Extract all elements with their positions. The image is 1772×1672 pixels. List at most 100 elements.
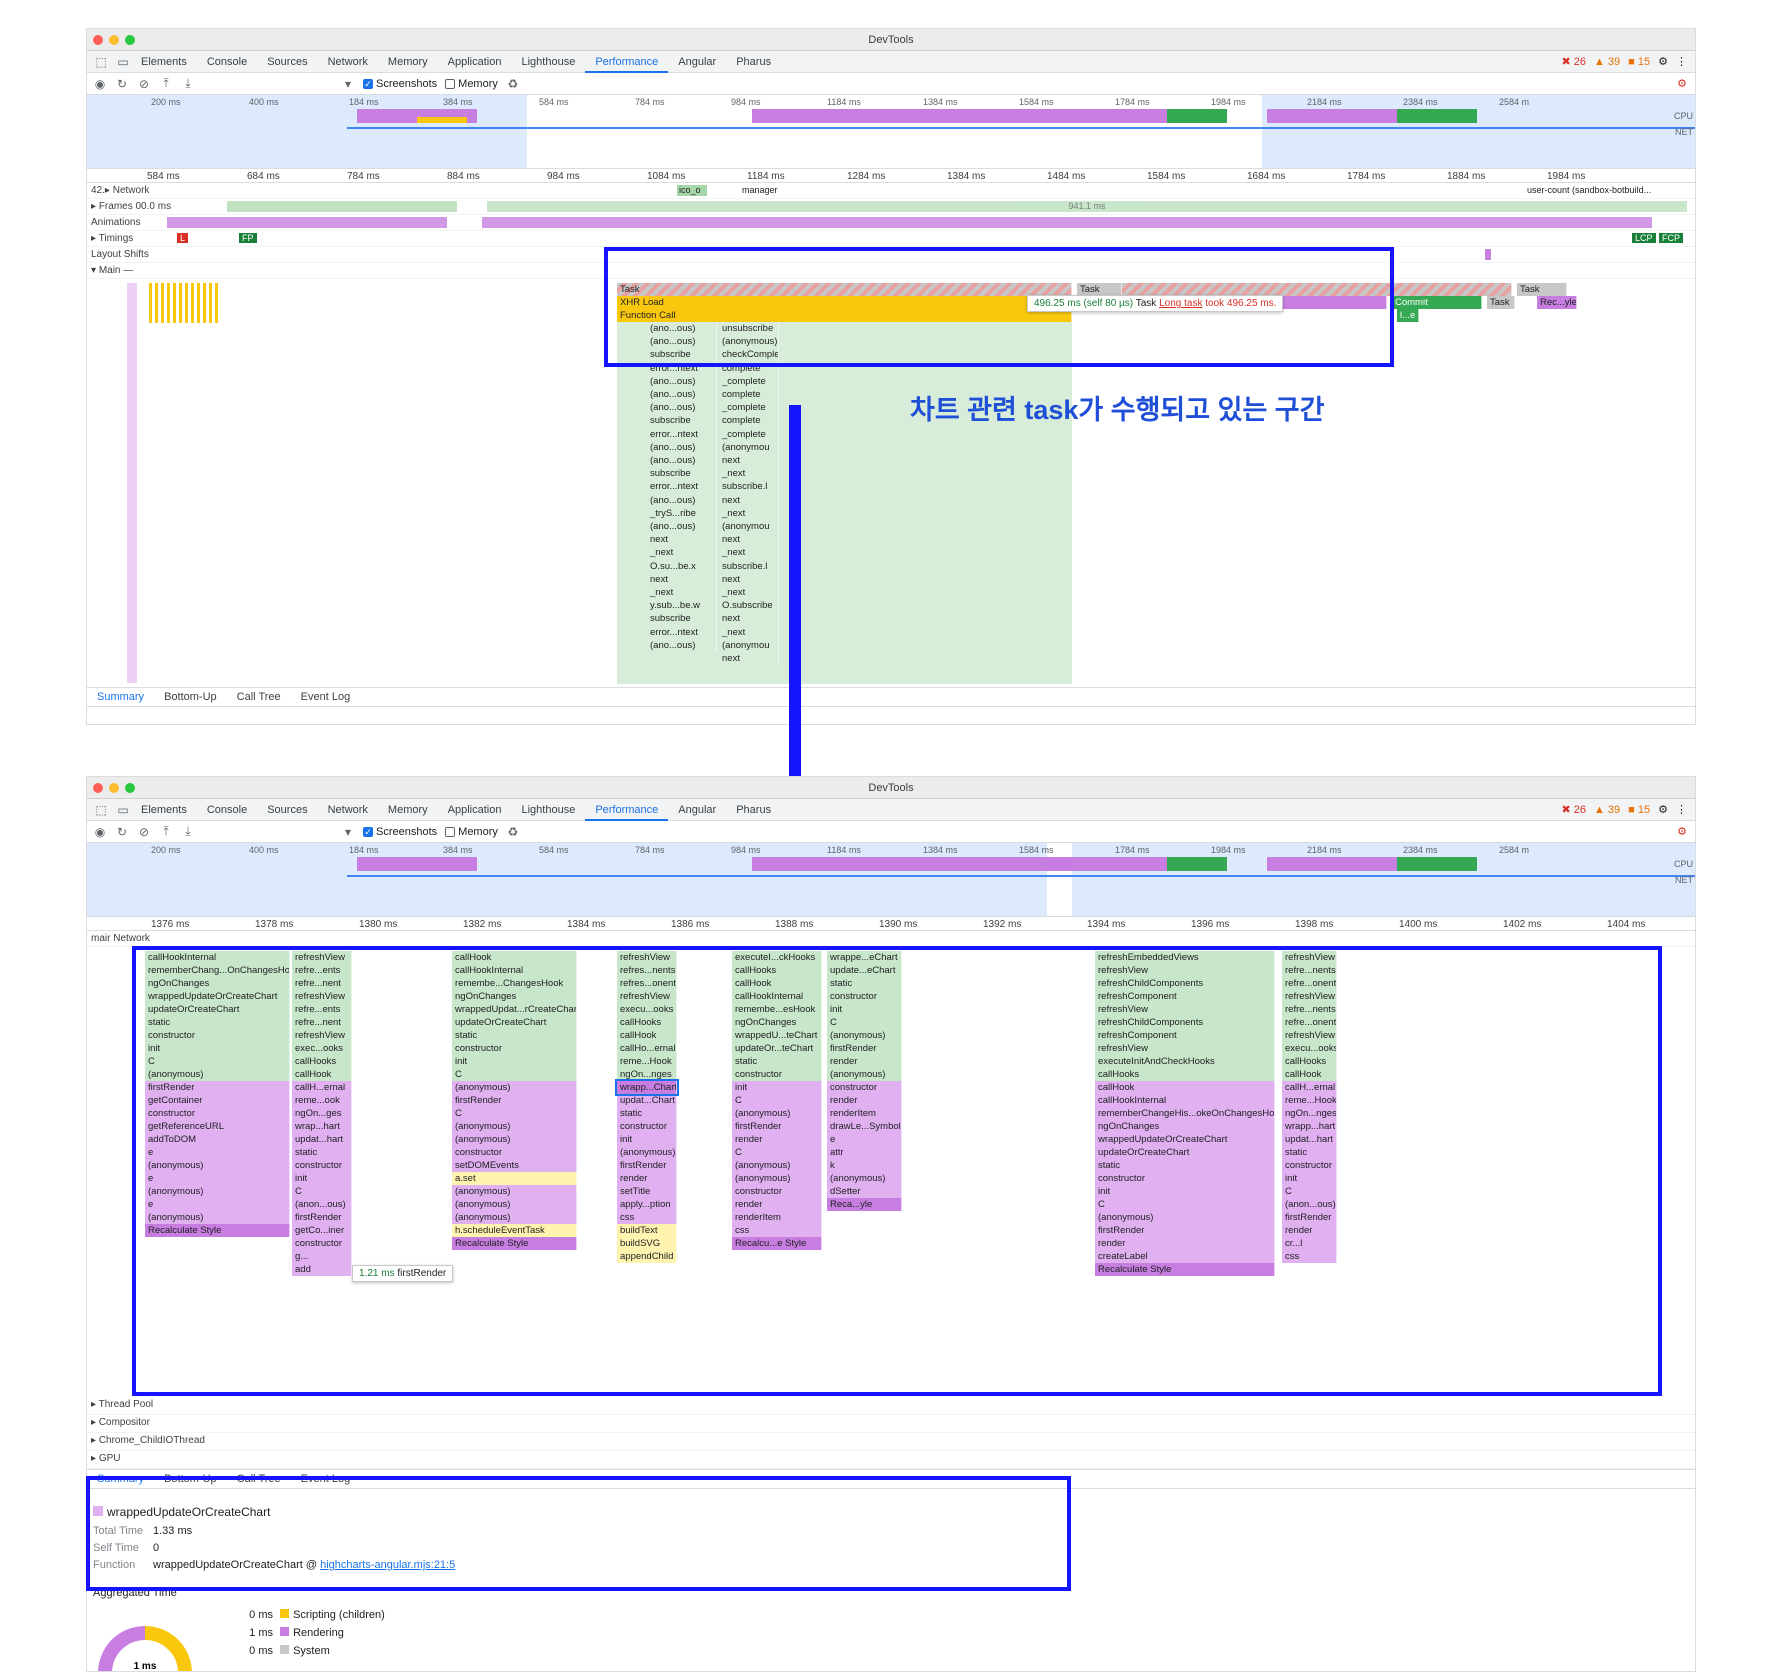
tab-bottom-up[interactable]: Bottom-Up	[154, 691, 227, 703]
thread-pool-track[interactable]: ▸ Thread Pool	[87, 1397, 1695, 1415]
stack-frame[interactable]: _next	[647, 586, 717, 599]
layout-shift-mark[interactable]	[1485, 249, 1491, 260]
upload-icon[interactable]: ⤒	[159, 76, 173, 91]
reload-icon[interactable]: ↻	[115, 77, 129, 91]
stack-frame[interactable]: y.sub...be.w	[647, 599, 717, 613]
device-toggle-icon[interactable]: ▭	[115, 803, 131, 817]
timeline-overview[interactable]: 200 ms 400 ms 184 ms 384 ms 584 ms 784 m…	[87, 95, 1695, 169]
upload-icon[interactable]: ⤒	[159, 824, 173, 839]
screenshots-checkbox[interactable]: ✓ Screenshots	[363, 826, 437, 838]
timings-track[interactable]: ▸ Timings L FP LCP FCP	[87, 231, 1695, 247]
tab-pharus[interactable]: Pharus	[726, 799, 781, 821]
stack-frame[interactable]: subscribe	[647, 414, 717, 428]
tab-event-log[interactable]: Event Log	[291, 691, 361, 703]
timeline-overview[interactable]: 200 ms 400 ms 184 ms 384 ms 584 ms 784 m…	[87, 843, 1695, 917]
stack-frame[interactable]: subscribe	[647, 612, 717, 626]
tab-angular[interactable]: Angular	[668, 799, 726, 821]
dropdown-icon[interactable]: ▾	[341, 77, 355, 91]
tab-network[interactable]: Network	[318, 51, 378, 73]
frames-track[interactable]: ▸ Frames 00.0 ms 941.1 ms	[87, 199, 1695, 215]
clear-icon[interactable]: ⊘	[137, 77, 151, 91]
stack-frame[interactable]: (ano...ous)	[647, 638, 717, 652]
recalc-style-block[interactable]: Rec...yle	[1537, 296, 1577, 309]
issue-count[interactable]: ■ 15	[1628, 804, 1650, 816]
animation-bar[interactable]	[482, 217, 1652, 228]
gear-icon[interactable]: ⚙	[1658, 803, 1668, 816]
commit-block[interactable]: Commit	[1392, 296, 1482, 309]
animations-track[interactable]: Animations	[87, 215, 1695, 231]
download-icon[interactable]: ⤓	[181, 824, 195, 839]
stack-frame[interactable]: (ano...ous)	[647, 493, 717, 507]
frame-bar[interactable]	[227, 201, 457, 212]
more-icon[interactable]: ⋮	[1676, 55, 1687, 68]
gc-icon[interactable]: ♻	[506, 77, 520, 91]
gear-icon[interactable]: ⚙	[1658, 55, 1668, 68]
stack-frame[interactable]: error...ntext	[647, 625, 717, 639]
tab-lighthouse[interactable]: Lighthouse	[511, 51, 585, 73]
inspect-icon[interactable]: ⬚	[93, 803, 109, 817]
issue-count[interactable]: ■ 15	[1628, 56, 1650, 68]
tab-application[interactable]: Application	[438, 799, 512, 821]
network-track[interactable]: 42.▸ Network ico_o manager user-count (s…	[87, 183, 1695, 199]
timing-mark[interactable]: FCP	[1659, 233, 1683, 243]
stack-frame[interactable]: (ano...ous)	[647, 388, 717, 401]
download-icon[interactable]: ⤓	[181, 76, 195, 91]
warning-count[interactable]: ▲ 39	[1594, 56, 1620, 68]
capture-settings-icon[interactable]: ⚙	[1677, 825, 1687, 838]
tab-sources[interactable]: Sources	[257, 51, 317, 73]
tab-lighthouse[interactable]: Lighthouse	[511, 799, 585, 821]
timing-mark[interactable]: L	[177, 233, 189, 243]
tab-angular[interactable]: Angular	[668, 51, 726, 73]
stack-frame[interactable]: (ano...ous)	[647, 440, 717, 454]
stack-frame[interactable]: next	[647, 572, 717, 586]
stack-frame[interactable]: _next	[647, 546, 717, 560]
stack-frame[interactable]: subscribe	[647, 467, 717, 481]
stack-frame[interactable]: (ano...ous)	[647, 520, 717, 533]
network-request[interactable]: manager	[742, 185, 778, 195]
stack-frame[interactable]: O.su...be.x	[647, 559, 717, 573]
network-request[interactable]: user-count (sandbox-botbuild...	[1527, 185, 1651, 195]
clear-icon[interactable]: ⊘	[137, 825, 151, 839]
tab-console[interactable]: Console	[197, 799, 257, 821]
task-block[interactable]: Task	[1517, 283, 1567, 296]
tab-elements[interactable]: Elements	[131, 51, 197, 73]
stack-frame[interactable]: _tryS...ribe	[647, 506, 717, 520]
gc-icon[interactable]: ♻	[506, 825, 520, 839]
tab-performance[interactable]: Performance	[585, 799, 669, 821]
record-icon[interactable]: ◉	[93, 77, 107, 91]
screenshots-checkbox[interactable]: ✓ Screenshots	[363, 78, 437, 90]
error-count[interactable]: ✖ 26	[1561, 803, 1586, 816]
stack-frame[interactable]: (ano...ous)	[647, 401, 717, 415]
gpu-track[interactable]: ▸ GPU	[87, 1451, 1695, 1469]
child-io-thread-track[interactable]: ▸ Chrome_ChildIOThread	[87, 1433, 1695, 1451]
tab-summary[interactable]: Summary	[87, 691, 154, 703]
error-count[interactable]: ✖ 26	[1561, 55, 1586, 68]
reload-icon[interactable]: ↻	[115, 825, 129, 839]
timing-mark[interactable]: LCP	[1632, 233, 1656, 243]
network-track[interactable]: mair Network	[87, 931, 1695, 947]
device-toggle-icon[interactable]: ▭	[115, 55, 131, 69]
stack-frame[interactable]: (ano...ous)	[647, 454, 717, 467]
memory-checkbox[interactable]: Memory	[445, 826, 498, 838]
stack-frame[interactable]: (ano...ous)	[647, 374, 717, 388]
tab-pharus[interactable]: Pharus	[726, 51, 781, 73]
memory-checkbox[interactable]: Memory	[445, 78, 498, 90]
stack-frame[interactable]: error...ntext	[647, 427, 717, 441]
dropdown-icon[interactable]: ▾	[341, 825, 355, 839]
timing-mark[interactable]: FP	[239, 233, 257, 243]
frame-bar[interactable]: 941.1 ms	[487, 201, 1687, 212]
stack-frame[interactable]: _complete	[719, 374, 779, 388]
layer-block[interactable]: l...e	[1397, 309, 1419, 322]
task-block[interactable]: Task	[1487, 296, 1515, 309]
tab-elements[interactable]: Elements	[131, 799, 197, 821]
more-icon[interactable]: ⋮	[1676, 803, 1687, 816]
tab-application[interactable]: Application	[438, 51, 512, 73]
inspect-icon[interactable]: ⬚	[93, 55, 109, 69]
tab-memory[interactable]: Memory	[378, 799, 438, 821]
stack-frame[interactable]: next	[647, 533, 717, 547]
warning-count[interactable]: ▲ 39	[1594, 804, 1620, 816]
stack-frame[interactable]: error...ntext	[647, 480, 717, 494]
network-request[interactable]: ico_o	[677, 185, 707, 196]
animation-bar[interactable]	[167, 217, 447, 228]
tab-network[interactable]: Network	[318, 799, 378, 821]
